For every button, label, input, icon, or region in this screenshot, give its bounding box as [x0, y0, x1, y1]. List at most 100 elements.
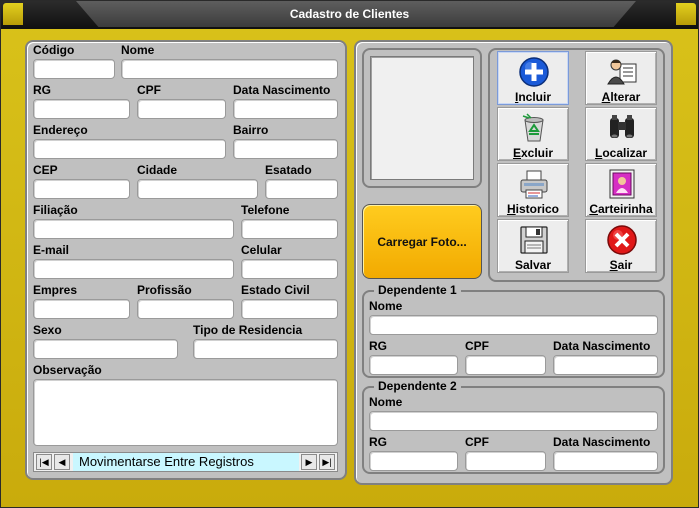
- dependente1-title: Dependente 1: [374, 283, 461, 297]
- label-estado-civil: Estado Civil: [241, 283, 310, 297]
- floppy-disk-icon: [520, 226, 548, 254]
- observacao-textarea[interactable]: [33, 379, 338, 446]
- endereco-field[interactable]: [33, 139, 226, 159]
- recycle-bin-icon: [522, 113, 544, 142]
- window-title: Cadastro de Clientes: [289, 7, 410, 21]
- estado-civil-field[interactable]: [241, 299, 338, 319]
- next-record-icon: ▶: [305, 456, 313, 467]
- photo-area[interactable]: [370, 56, 474, 180]
- dep2-rg-field[interactable]: [369, 451, 458, 471]
- profissao-field[interactable]: [137, 299, 234, 319]
- localizar-button[interactable]: Localizar: [585, 107, 657, 161]
- excluir-button[interactable]: Excluir: [497, 107, 569, 161]
- data-nascimento-field[interactable]: [233, 99, 338, 119]
- user-card-icon: [607, 59, 637, 85]
- label-celular: Celular: [241, 243, 282, 257]
- carteirinha-label: arteirinha: [597, 202, 653, 216]
- record-navigator: |◀ ◀ Movimentarse Entre Registros ▶ ▶|: [33, 452, 338, 472]
- empresa-field[interactable]: [33, 299, 130, 319]
- next-record-button[interactable]: ▶: [301, 454, 317, 470]
- last-record-button[interactable]: ▶|: [319, 454, 335, 470]
- dep1-label-cpf: CPF: [465, 339, 489, 353]
- nome-field[interactable]: [121, 59, 338, 79]
- sair-button[interactable]: Sair: [585, 219, 657, 273]
- historico-button[interactable]: Historico: [497, 163, 569, 217]
- label-empresa: Empres: [33, 283, 78, 297]
- label-tipo-residencia: Tipo de Residencia: [193, 323, 303, 337]
- historico-accel: H: [506, 202, 516, 216]
- codigo-field[interactable]: [33, 59, 115, 79]
- dep1-data-nascimento-field[interactable]: [553, 355, 658, 375]
- first-record-icon: |◀: [39, 456, 49, 467]
- sair-accel: S: [609, 258, 618, 272]
- historico-label: istorico: [515, 202, 559, 216]
- add-icon: [519, 57, 549, 87]
- close-icon: [607, 225, 637, 255]
- excluir-accel: E: [512, 146, 521, 160]
- alterar-label: lterar: [610, 90, 641, 104]
- incluir-button[interactable]: Incluir: [497, 51, 569, 105]
- label-filiacao: Filiação: [33, 203, 78, 217]
- bairro-field[interactable]: [233, 139, 338, 159]
- dep2-data-nascimento-field[interactable]: [553, 451, 658, 471]
- celular-field[interactable]: [241, 259, 338, 279]
- sexo-field[interactable]: [33, 339, 178, 359]
- label-email: E-mail: [33, 243, 70, 257]
- carteirinha-button[interactable]: Carteirinha: [585, 163, 657, 217]
- dep2-label-rg: RG: [369, 435, 387, 449]
- printer-icon: [520, 170, 548, 199]
- salvar-label: Salvar: [514, 258, 552, 272]
- telefone-field[interactable]: [241, 219, 338, 239]
- label-codigo: Código: [33, 43, 75, 57]
- localizar-label: ocalizar: [602, 146, 648, 160]
- dep1-label-nome: Nome: [369, 299, 403, 313]
- alterar-button[interactable]: Alterar: [585, 51, 657, 105]
- dep2-nome-field[interactable]: [369, 411, 658, 431]
- sair-label: air: [617, 258, 633, 272]
- dep1-label-data-nascimento: Data Nascimento: [553, 339, 651, 353]
- cpf-field[interactable]: [137, 99, 226, 119]
- label-sexo: Sexo: [33, 323, 62, 337]
- label-telefone: Telefone: [241, 203, 290, 217]
- photo-frame: [362, 48, 482, 188]
- label-cep: CEP: [33, 163, 58, 177]
- dep2-label-data-nascimento: Data Nascimento: [553, 435, 651, 449]
- first-record-button[interactable]: |◀: [36, 454, 52, 470]
- dependente2-title: Dependente 2: [374, 379, 461, 393]
- label-data-nascimento: Data Nascimento: [233, 83, 331, 97]
- excluir-label: xcluir: [521, 146, 554, 160]
- label-estado: Esatado: [265, 163, 312, 177]
- dep1-cpf-field[interactable]: [465, 355, 546, 375]
- salvar-button[interactable]: Salvar: [497, 219, 569, 273]
- prev-record-button[interactable]: ◀: [54, 454, 70, 470]
- dep1-label-rg: RG: [369, 339, 387, 353]
- label-cidade: Cidade: [137, 163, 178, 177]
- label-rg: RG: [33, 83, 51, 97]
- incluir-label: ncluir: [518, 90, 551, 104]
- rg-field[interactable]: [33, 99, 130, 119]
- title-bar[interactable]: Cadastro de Clientes: [1, 1, 698, 29]
- cep-field[interactable]: [33, 179, 130, 199]
- cidade-field[interactable]: [137, 179, 258, 199]
- label-observacao: Observação: [33, 363, 102, 377]
- prev-record-icon: ◀: [58, 456, 66, 467]
- dep1-nome-field[interactable]: [369, 315, 658, 335]
- email-field[interactable]: [33, 259, 234, 279]
- filiacao-field[interactable]: [33, 219, 234, 239]
- dep2-label-nome: Nome: [369, 395, 403, 409]
- load-photo-button[interactable]: Carregar Foto...: [362, 204, 482, 279]
- dep1-rg-field[interactable]: [369, 355, 458, 375]
- label-bairro: Bairro: [233, 123, 269, 137]
- label-nome: Nome: [121, 43, 155, 57]
- last-record-icon: ▶|: [322, 456, 332, 467]
- dep2-cpf-field[interactable]: [465, 451, 546, 471]
- label-cpf: CPF: [137, 83, 161, 97]
- dep2-label-cpf: CPF: [465, 435, 489, 449]
- member-card-icon: [609, 169, 635, 199]
- estado-field[interactable]: [265, 179, 338, 199]
- tipo-residencia-field[interactable]: [193, 339, 338, 359]
- navigator-label: Movimentarse Entre Registros: [73, 453, 299, 471]
- carteirinha-accel: C: [589, 202, 598, 216]
- label-endereco: Endereço: [33, 123, 88, 137]
- alterar-accel: A: [601, 90, 611, 104]
